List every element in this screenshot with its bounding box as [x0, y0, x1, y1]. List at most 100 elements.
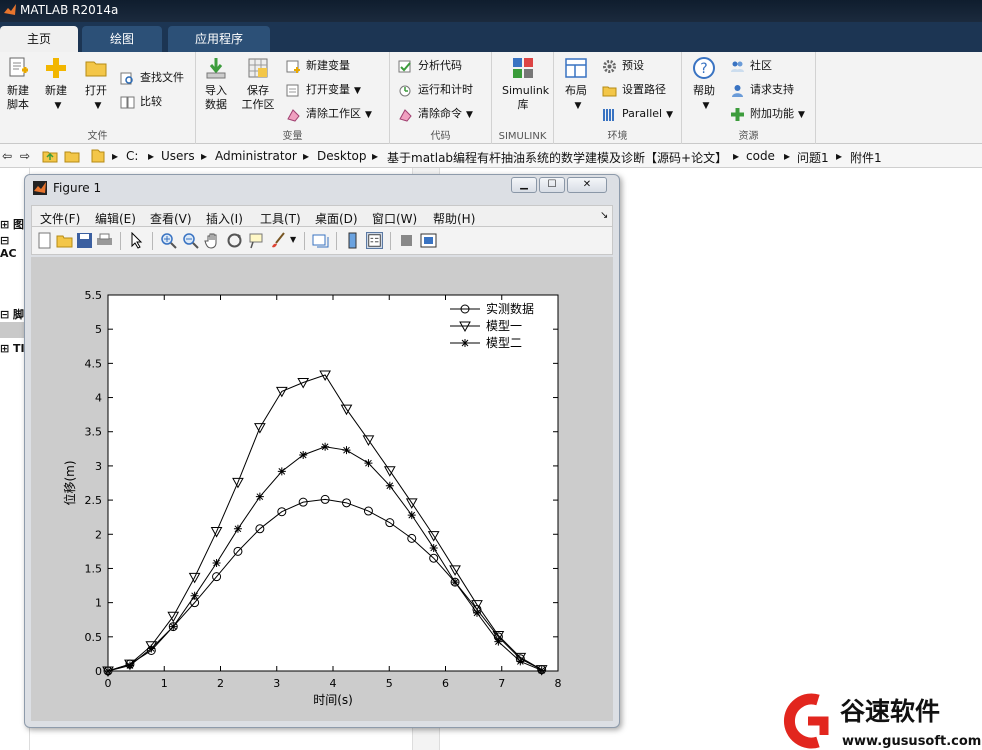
minimize-button[interactable]: ▁ — [511, 177, 537, 193]
zoom-in-icon[interactable] — [160, 232, 177, 249]
new-script-button[interactable]: 新建 脚本 — [0, 56, 38, 112]
clear-commands-button[interactable]: 清除命令 ▼ — [398, 104, 473, 124]
line-chart[interactable]: 0 1 2 3 4 5 6 7 8 0 0.5 1 1.5 2 2.5 3 3.5 4 4.5 5 5.5 时间(s) 位移… — [31, 257, 613, 721]
link-plot-icon[interactable] — [312, 232, 329, 249]
figure-window[interactable]: Figure 1 ▁ ☐ ✕ 文件(F) 编辑(E) 查看(V) 插入(I) 工… — [24, 174, 620, 728]
group-resources-label: 资源 — [738, 131, 759, 142]
new-variable-button[interactable]: 新建变量 — [286, 56, 350, 76]
close-button[interactable]: ✕ — [567, 177, 607, 193]
save-workspace-button[interactable]: 保存 工作区 — [238, 56, 278, 112]
new-button[interactable]: 新建 ▼ — [36, 56, 76, 113]
panel-item[interactable]: ⊞ TI — [0, 342, 25, 355]
group-variable: 导入 数据 保存 工作区 新建变量 打开变量 ▼ 清除工作区 ▼ 变量 — [196, 52, 390, 144]
menu-tools[interactable]: 工具(T) — [260, 210, 301, 227]
maximize-button[interactable]: ☐ — [539, 177, 565, 193]
hide-plot-tools-icon[interactable] — [398, 232, 415, 249]
clear-workspace-button[interactable]: 清除工作区 ▼ — [286, 104, 372, 124]
open-file-icon[interactable] — [56, 232, 73, 249]
panel-item[interactable]: ⊟ 脚 — [0, 306, 24, 322]
crumb-separator: ▸ — [148, 149, 155, 163]
menu-window[interactable]: 窗口(W) — [372, 210, 417, 227]
new-script-icon — [9, 57, 28, 77]
crumb-code[interactable]: code — [746, 149, 775, 163]
analyze-code-button[interactable]: 分析代码 — [398, 56, 462, 76]
tab-plots[interactable]: 绘图 — [82, 26, 162, 52]
crumb-desktop[interactable]: Desktop — [317, 149, 367, 163]
parallel-label: Parallel — [622, 107, 663, 120]
menu-file[interactable]: 文件(F) — [40, 210, 80, 227]
new-label: 新建 — [45, 84, 67, 97]
simulink-library-button[interactable]: Simulink 库 — [502, 56, 549, 112]
menu-edit[interactable]: 编辑(E) — [95, 210, 136, 227]
figure-title-bar[interactable]: Figure 1 ▁ ☐ ✕ — [25, 175, 619, 201]
pointer-icon[interactable] — [128, 232, 145, 249]
rotate-3d-icon[interactable] — [226, 232, 243, 249]
series-3-point — [364, 459, 373, 468]
up-folder-icon[interactable] — [42, 148, 58, 164]
clear-ws-label: 清除工作区 — [306, 107, 361, 120]
data-cursor-icon[interactable] — [248, 232, 265, 249]
help-icon: ? — [693, 57, 715, 79]
group-simulink-label: SIMULINK — [498, 131, 547, 142]
import-data-icon — [206, 58, 226, 79]
crumb-administrator[interactable]: Administrator — [215, 149, 297, 163]
open-variable-button[interactable]: 打开变量 ▼ — [286, 80, 361, 100]
crumb-project[interactable]: 基于matlab编程有杆抽油系统的数学建模及诊断【源码+论文】 — [387, 149, 727, 166]
parallel-icon — [603, 109, 614, 121]
group-code: 分析代码 运行和计时 清除命令 ▼ 代码 — [390, 52, 492, 144]
forward-icon[interactable]: ⇨ — [20, 149, 30, 163]
crumb-users[interactable]: Users — [161, 149, 195, 163]
menu-help[interactable]: 帮助(H) — [433, 210, 475, 227]
menu-desktop[interactable]: 桌面(D) — [315, 210, 358, 227]
open-button[interactable]: 打开 ▼ — [76, 56, 116, 113]
series-3-point — [169, 622, 178, 631]
request-support-button[interactable]: 请求支持 — [730, 80, 794, 100]
save-icon[interactable] — [76, 232, 93, 249]
pan-hand-icon[interactable] — [204, 232, 221, 249]
browse-folder-icon[interactable] — [64, 148, 80, 164]
run-and-time-icon — [399, 85, 411, 97]
tab-apps[interactable]: 应用程序 — [168, 26, 270, 52]
menu-view[interactable]: 查看(V) — [150, 210, 192, 227]
plot-area — [107, 294, 559, 672]
app-title: MATLAB R2014a — [20, 3, 119, 17]
series-3-point — [407, 511, 416, 520]
preferences-button[interactable]: 预设 — [602, 56, 644, 76]
new-var-label: 新建变量 — [306, 59, 350, 72]
print-icon[interactable] — [96, 232, 113, 249]
new-script-label-1: 新建 — [7, 84, 29, 97]
help-button[interactable]: ? 帮助 ▼ — [684, 56, 724, 113]
group-file: 新建 脚本 新建 ▼ 打开 ▼ 查找文件 比较 文件 — [0, 52, 196, 144]
zoom-out-icon[interactable] — [182, 232, 199, 249]
back-icon[interactable]: ⇦ — [2, 149, 12, 163]
panel-item[interactable]: ⊞ 图 — [0, 216, 24, 232]
tab-home[interactable]: 主页 — [0, 26, 78, 52]
show-plot-tools-icon[interactable] — [420, 232, 437, 249]
series-3-point — [537, 666, 546, 675]
parallel-button[interactable]: Parallel ▼ — [602, 104, 673, 124]
run-and-time-button[interactable]: 运行和计时 — [398, 80, 473, 100]
addons-button[interactable]: 附加功能 ▼ — [730, 104, 805, 124]
legend-icon[interactable] — [366, 232, 383, 249]
dock-arrow-icon[interactable]: ↘ — [600, 210, 608, 221]
find-files-button[interactable]: 查找文件 — [120, 68, 184, 88]
set-path-button[interactable]: 设置路径 — [602, 80, 666, 100]
toolbar-separator — [390, 232, 391, 250]
crumb-c[interactable]: C: — [126, 149, 138, 163]
open-label: 打开 — [85, 84, 107, 97]
import-data-button[interactable]: 导入 数据 — [196, 56, 236, 112]
crumb-problem1[interactable]: 问题1 — [797, 149, 829, 166]
community-button[interactable]: 社区 — [730, 56, 772, 76]
menu-insert[interactable]: 插入(I) — [206, 210, 243, 227]
save-ws-label-1: 保存 — [247, 84, 269, 97]
series-3-point — [385, 481, 394, 490]
colorbar-icon[interactable] — [344, 232, 361, 249]
layout-button[interactable]: 布局 ▼ — [556, 56, 596, 113]
new-figure-icon[interactable] — [36, 232, 53, 249]
compare-button[interactable]: 比较 — [120, 92, 162, 112]
brush-icon[interactable] — [270, 232, 287, 249]
y-tick-label: 4 — [95, 392, 102, 405]
crumb-attachment1[interactable]: 附件1 — [850, 149, 882, 166]
set-path-icon — [602, 86, 617, 97]
x-tick-label: 1 — [161, 677, 168, 690]
